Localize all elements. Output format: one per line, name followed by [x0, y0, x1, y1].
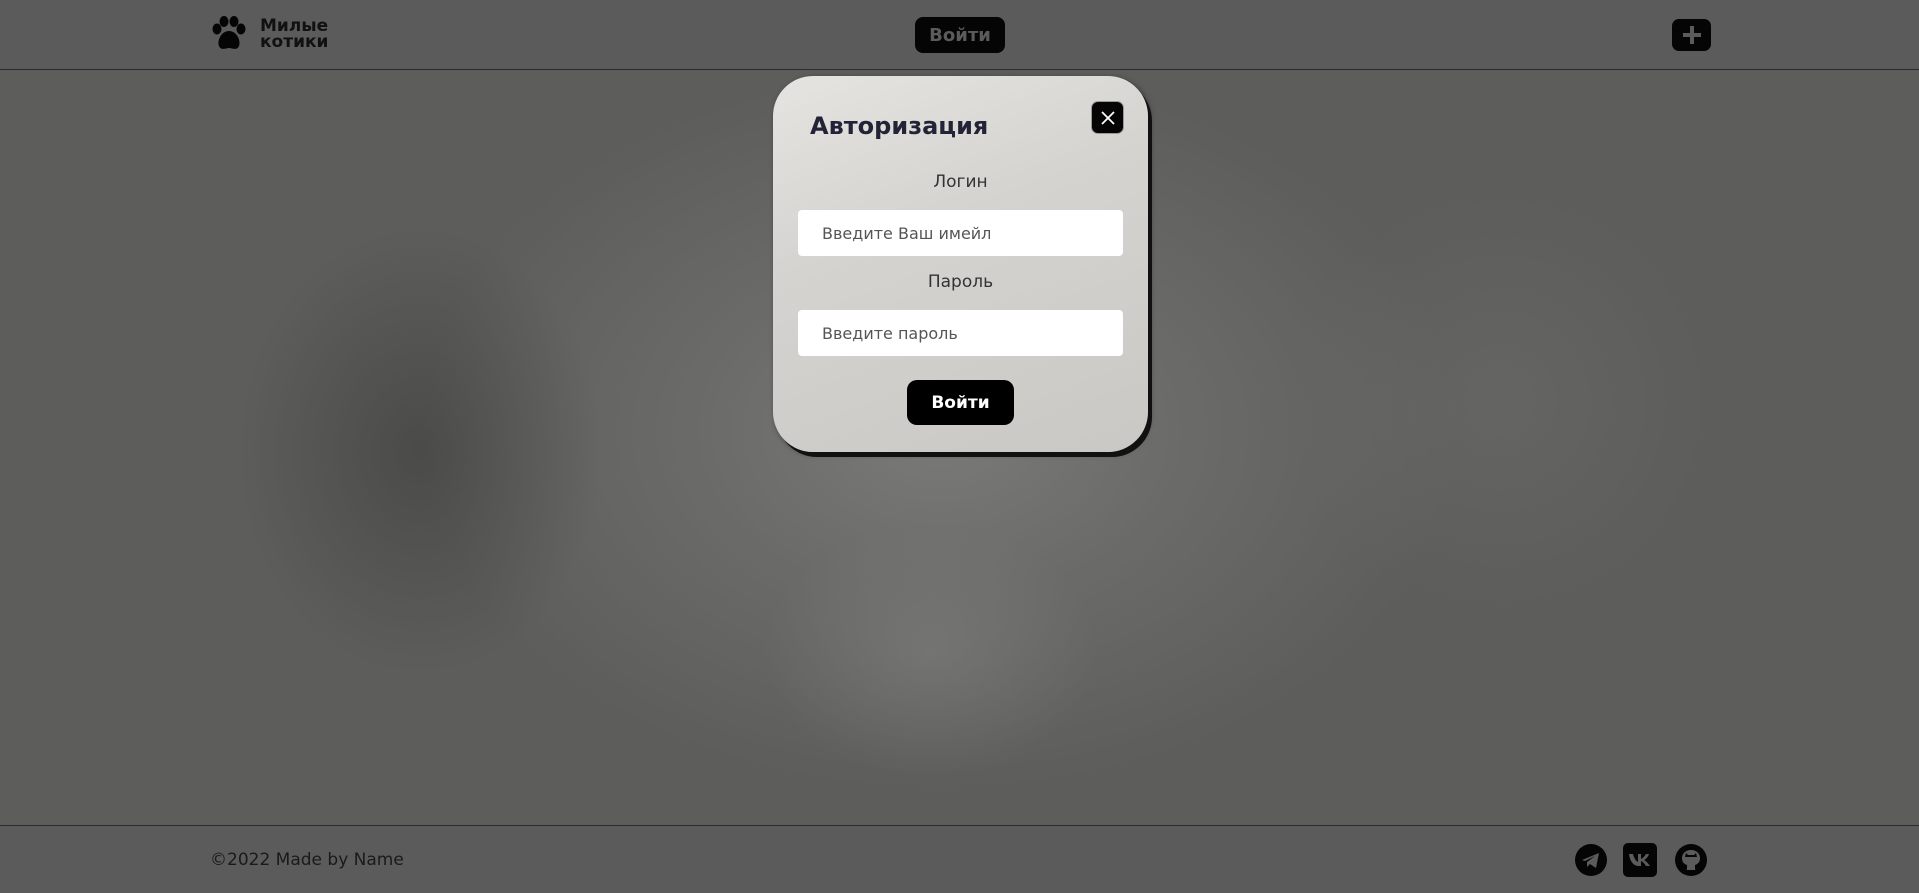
- page: Милые котики Войти Авторизация Логин Пар…: [0, 0, 1919, 893]
- footer: ©2022 Made by Name: [0, 825, 1919, 893]
- copyright: ©2022 Made by Name: [210, 850, 404, 870]
- header-login-button[interactable]: Войти: [915, 17, 1005, 53]
- close-button[interactable]: [1091, 101, 1124, 134]
- password-label: Пароль: [927, 272, 994, 292]
- telegram-link[interactable]: [1574, 843, 1608, 877]
- auth-modal: Авторизация Логин Пароль Войти: [773, 76, 1148, 452]
- modal-title: Авторизация: [810, 112, 989, 140]
- github-icon: [1675, 844, 1707, 876]
- add-button[interactable]: [1672, 19, 1711, 51]
- vk-link[interactable]: [1623, 843, 1657, 877]
- submit-button[interactable]: Войти: [907, 380, 1014, 425]
- github-link[interactable]: [1674, 843, 1708, 877]
- email-input[interactable]: [798, 210, 1123, 256]
- logo[interactable]: Милые котики: [210, 16, 328, 52]
- header: Милые котики Войти: [0, 0, 1919, 70]
- telegram-icon: [1575, 844, 1607, 876]
- password-input[interactable]: [798, 310, 1123, 356]
- paw-icon: [212, 16, 246, 49]
- vk-icon: [1623, 843, 1657, 877]
- close-icon: [1100, 110, 1115, 125]
- logo-line-2: котики: [260, 32, 329, 52]
- plus-icon: [1682, 26, 1701, 44]
- logo-text: Милые котики: [260, 18, 329, 52]
- login-label: Логин: [933, 172, 988, 192]
